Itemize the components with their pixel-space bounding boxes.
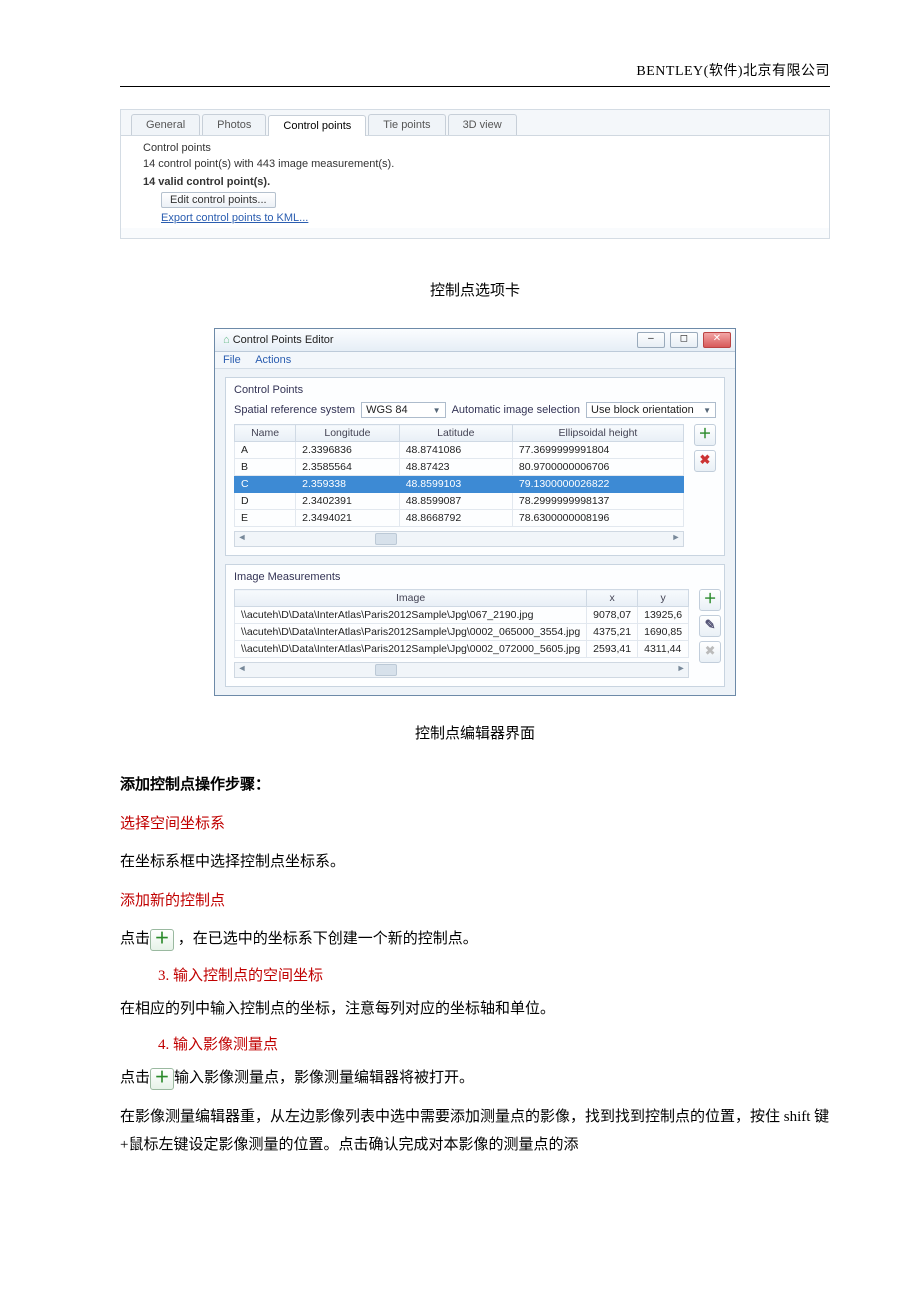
control-points-table: Name Longitude Latitude Ellipsoidal heig… bbox=[234, 424, 684, 527]
control-points-summary: 14 control point(s) with 443 image measu… bbox=[143, 158, 815, 170]
col-longitude[interactable]: Longitude bbox=[296, 425, 400, 442]
step3-text: 在相应的列中输入控制点的坐标，注意每列对应的坐标轴和单位。 bbox=[120, 995, 830, 1024]
step1-text: 在坐标系框中选择控制点坐标系。 bbox=[120, 848, 830, 877]
table-row[interactable]: A2.339683648.874108677.3699999991804 bbox=[235, 442, 684, 459]
table-row-selected[interactable]: C2.35933848.859910379.1300000026822 bbox=[235, 476, 684, 493]
caption-1: 控制点选项卡 bbox=[120, 279, 830, 300]
steps-heading: 添加控制点操作步骤： bbox=[120, 771, 830, 800]
table-row[interactable]: \\acuteh\D\Data\InterAtlas\Paris2012Samp… bbox=[235, 641, 689, 658]
edit-measurement-icon[interactable]: ✎ bbox=[699, 615, 721, 637]
ais-label: Automatic image selection bbox=[452, 404, 580, 416]
menu-actions[interactable]: Actions bbox=[255, 354, 291, 366]
chevron-down-icon: ▼ bbox=[433, 406, 441, 415]
control-points-tab-screenshot: General Photos Control points Tie points… bbox=[120, 109, 830, 239]
add-measurement-icon[interactable]: ＋ bbox=[699, 589, 721, 611]
col-image[interactable]: Image bbox=[235, 590, 587, 607]
tab-general[interactable]: General bbox=[131, 114, 200, 135]
plus-icon: ＋ bbox=[150, 1068, 174, 1090]
col-y[interactable]: y bbox=[638, 590, 689, 607]
edit-control-points-button[interactable]: Edit control points... bbox=[161, 192, 276, 208]
tab-3d-view[interactable]: 3D view bbox=[448, 114, 517, 135]
tab-tie-points[interactable]: Tie points bbox=[368, 114, 445, 135]
control-points-panel-title: Control Points bbox=[234, 384, 716, 396]
fieldset-title: Control points bbox=[143, 142, 815, 154]
srs-combo[interactable]: WGS 84 ▼ bbox=[361, 402, 446, 418]
ais-value: Use block orientation bbox=[591, 404, 694, 416]
delete-control-point-icon[interactable]: ✖ bbox=[694, 450, 716, 472]
plus-icon: ＋ bbox=[150, 929, 174, 951]
col-x[interactable]: x bbox=[587, 590, 638, 607]
chevron-down-icon: ▼ bbox=[703, 406, 711, 415]
table-row[interactable]: E2.349402148.866879278.6300000008196 bbox=[235, 510, 684, 527]
col-name[interactable]: Name bbox=[235, 425, 296, 442]
step3-title: 3. 输入控制点的空间坐标 bbox=[158, 964, 830, 985]
horizontal-scrollbar[interactable]: ◄► bbox=[234, 531, 684, 547]
table-row[interactable]: B2.358556448.8742380.9700000006706 bbox=[235, 459, 684, 476]
control-points-panel: Control Points Spatial reference system … bbox=[225, 377, 725, 556]
table-row[interactable]: D2.340239148.859908778.2999999998137 bbox=[235, 493, 684, 510]
step2-title: 添加新的控制点 bbox=[120, 887, 830, 916]
step4-title: 4. 输入影像测量点 bbox=[158, 1033, 830, 1054]
table-row[interactable]: \\acuteh\D\Data\InterAtlas\Paris2012Samp… bbox=[235, 607, 689, 624]
srs-label: Spatial reference system bbox=[234, 404, 355, 416]
table-row[interactable]: \\acuteh\D\Data\InterAtlas\Paris2012Samp… bbox=[235, 624, 689, 641]
col-height[interactable]: Ellipsoidal height bbox=[512, 425, 683, 442]
header-rule bbox=[120, 86, 830, 87]
srs-value: WGS 84 bbox=[366, 404, 408, 416]
caption-2: 控制点编辑器界面 bbox=[120, 722, 830, 743]
window-maximize-icon[interactable]: ◻ bbox=[670, 332, 698, 348]
delete-measurement-icon[interactable]: ✖ bbox=[699, 641, 721, 663]
window-close-icon[interactable]: ✕ bbox=[703, 332, 731, 348]
menu-file[interactable]: File bbox=[223, 354, 241, 366]
menu-bar: File Actions bbox=[215, 352, 735, 369]
image-measurements-table: Image x y \\acuteh\D\Data\InterAtlas\Par… bbox=[234, 589, 689, 658]
control-points-editor-window: Control Points Editor – ◻ ✕ File Actions… bbox=[214, 328, 736, 696]
paragraph-5: 在影像测量编辑器重，从左边影像列表中选中需要添加测量点的影像，找到找到控制点的位… bbox=[120, 1103, 830, 1160]
valid-control-points-line: 14 valid control point(s). bbox=[143, 176, 815, 188]
horizontal-scrollbar[interactable]: ◄► bbox=[234, 662, 689, 678]
image-measurements-panel: Image Measurements Image x y \\acuteh\D\… bbox=[225, 564, 725, 687]
tab-control-points[interactable]: Control points bbox=[268, 115, 366, 136]
step2-text: 点击＋ ，在已选中的坐标系下创建一个新的控制点。 bbox=[120, 925, 830, 954]
window-titlebar: Control Points Editor – ◻ ✕ bbox=[215, 329, 735, 352]
window-title: Control Points Editor bbox=[223, 334, 334, 346]
step1-title: 选择空间坐标系 bbox=[120, 810, 830, 839]
tab-photos[interactable]: Photos bbox=[202, 114, 266, 135]
add-control-point-icon[interactable]: ＋ bbox=[694, 424, 716, 446]
export-kml-link[interactable]: Export control points to KML... bbox=[161, 212, 308, 224]
col-latitude[interactable]: Latitude bbox=[399, 425, 512, 442]
image-measurements-panel-title: Image Measurements bbox=[234, 571, 716, 583]
step4-text: 点击＋输入影像测量点，影像测量编辑器将被打开。 bbox=[120, 1064, 830, 1093]
document-header: BENTLEY(软件)北京有限公司 bbox=[120, 60, 830, 80]
window-minimize-icon[interactable]: – bbox=[637, 332, 665, 348]
tab-strip: General Photos Control points Tie points… bbox=[121, 110, 829, 136]
ais-combo[interactable]: Use block orientation ▼ bbox=[586, 402, 716, 418]
